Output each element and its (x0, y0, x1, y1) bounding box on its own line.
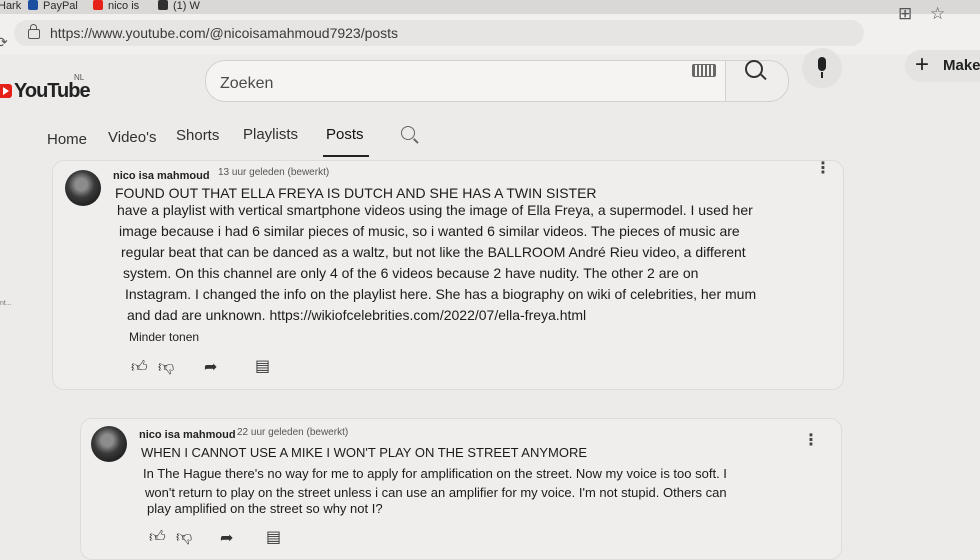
logo-text: YouTube (14, 80, 91, 102)
browser-tab-strip: Hark PayPal nico is (1) W (0, 0, 980, 14)
tab-label: PayPal (43, 0, 78, 12)
post-text-line: regular beat that can be danced as a wal… (121, 244, 746, 260)
share-icon[interactable]: ➦ (204, 357, 217, 377)
favorite-star-icon[interactable]: ☆ (930, 4, 945, 24)
browser-tab-youtube[interactable]: nico is (93, 0, 139, 14)
share-icon[interactable]: ➦ (220, 528, 233, 548)
microphone-icon[interactable] (802, 48, 842, 88)
post-link-line[interactable]: and dad are unknown. https://wikiofceleb… (127, 307, 586, 323)
create-button-label: Maker (943, 57, 980, 74)
tab-videos[interactable]: Video's (108, 129, 156, 146)
browser-tab[interactable]: Hark (0, 0, 21, 14)
lock-icon[interactable] (28, 24, 40, 39)
tab-posts[interactable]: Posts (326, 126, 364, 143)
collections-icon[interactable]: ⊞ (898, 4, 912, 24)
like-icon[interactable]: 👍︎ (131, 358, 148, 377)
tab-favicon (158, 0, 168, 10)
tab-label: (1) W (173, 0, 200, 12)
browser-tab-paypal[interactable]: PayPal (28, 0, 78, 14)
more-options-icon[interactable]: ⋮ (815, 161, 831, 177)
post-author[interactable]: nico isa mahmoud (113, 170, 210, 182)
post-text-line: system. On this channel are only 4 of th… (123, 265, 699, 281)
youtube-icon (93, 0, 103, 10)
search-icon[interactable] (745, 60, 763, 78)
active-tab-indicator (323, 155, 369, 157)
search-box[interactable] (205, 60, 732, 102)
like-icon[interactable]: 👍︎ (149, 528, 166, 547)
post-text-line: have a playlist with vertical smartphone… (117, 202, 753, 218)
post-text-line: won't return to play on the street unles… (145, 485, 727, 500)
channel-search-icon[interactable] (401, 126, 415, 140)
browser-tab[interactable]: (1) W (158, 0, 200, 14)
show-less-button[interactable]: Minder tonen (129, 330, 199, 344)
comment-icon[interactable]: ▤ (255, 356, 270, 376)
reload-icon[interactable]: ⟳ (0, 34, 8, 51)
tab-playlists[interactable]: Playlists (243, 126, 298, 143)
comment-icon[interactable]: ▤ (266, 527, 281, 547)
post-text-line: Instagram. I changed the info on the pla… (125, 286, 757, 302)
more-options-icon[interactable]: ⋮ (803, 433, 819, 449)
dislike-icon[interactable]: 👎︎ (176, 528, 192, 547)
avatar[interactable] (91, 426, 127, 462)
tab-home[interactable]: Home (47, 131, 87, 148)
side-fragment: nt... (0, 300, 12, 307)
tab-shorts[interactable]: Shorts (176, 127, 219, 144)
tab-label: nico is (108, 0, 140, 12)
post-author[interactable]: nico isa mahmoud (139, 429, 236, 441)
dislike-icon[interactable]: 👎︎ (158, 358, 174, 377)
keyboard-icon[interactable] (692, 64, 716, 77)
post-title: FOUND OUT THAT ELLA FREYA IS DUTCH AND S… (115, 185, 597, 201)
post-timestamp[interactable]: 22 uur geleden (bewerkt) (237, 427, 348, 438)
tab-label: Hark (0, 0, 22, 12)
url-text[interactable]: https://www.youtube.com/@nicoisamahmoud7… (50, 25, 398, 41)
country-code: NL (74, 73, 85, 82)
youtube-play-icon (0, 84, 12, 98)
post-text-line: In The Hague there's no way for me to ap… (143, 466, 727, 481)
search-input[interactable]: Zoeken (220, 75, 273, 93)
post-text-line: play amplified on the street so why not … (147, 501, 383, 516)
post-text-line: image because i had 6 similar pieces of … (119, 223, 740, 239)
plus-icon: + (915, 51, 930, 78)
post-timestamp[interactable]: 13 uur geleden (bewerkt) (218, 167, 329, 178)
paypal-icon (28, 0, 38, 10)
post-title: WHEN I CANNOT USE A MIKE I WON'T PLAY ON… (141, 445, 588, 460)
avatar[interactable] (65, 170, 101, 206)
